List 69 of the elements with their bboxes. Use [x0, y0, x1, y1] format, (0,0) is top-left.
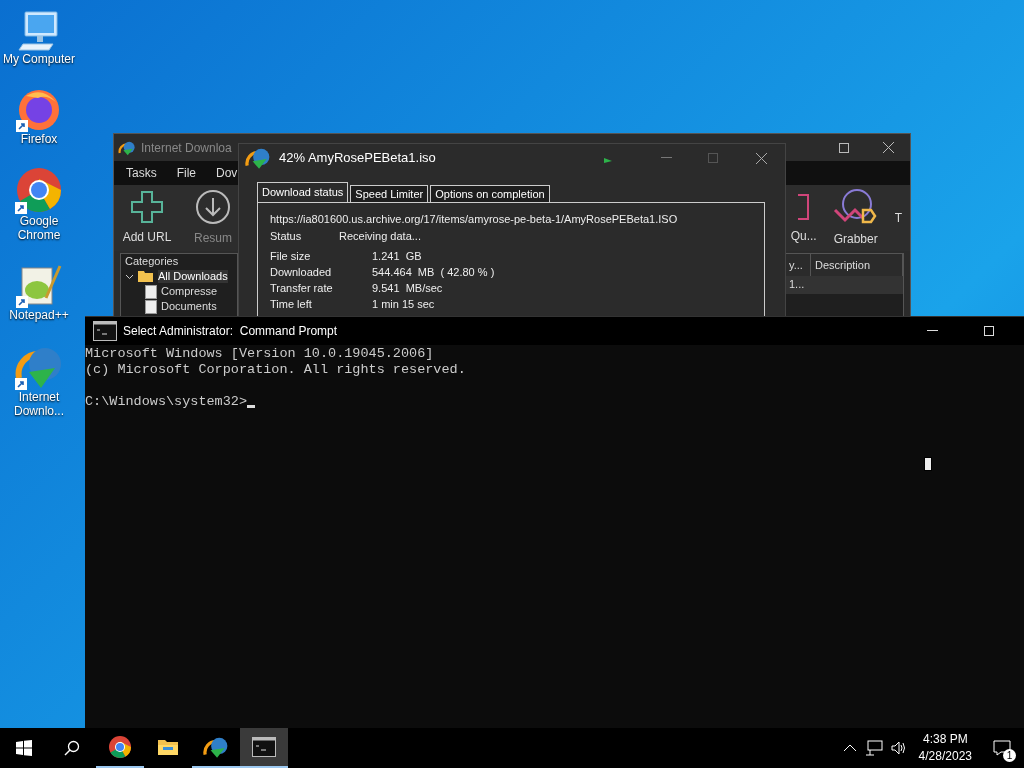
field-label: File size [270, 249, 312, 264]
toolbar-button[interactable]: Qu... [782, 191, 825, 245]
desktop-icon-label[interactable]: My Computer [2, 52, 76, 66]
terminal-icon [252, 737, 276, 757]
desktop-icon-label[interactable]: Firefox [2, 132, 76, 146]
toolbar-button[interactable]: T [886, 209, 910, 227]
network-icon[interactable] [864, 740, 883, 756]
field-label: Time left [270, 297, 313, 312]
field-value: Receiving data... [339, 229, 421, 244]
close-icon[interactable] [756, 152, 767, 164]
desktop-icon-label[interactable]: Internet Downlo... [2, 390, 76, 418]
file-icon [145, 299, 157, 314]
mouse-cursor-icon [924, 457, 932, 471]
queue-icon [797, 191, 810, 223]
window-title: Select Administrator: Command Prompt [123, 323, 338, 340]
computer-icon [17, 8, 61, 52]
text-cursor-icon [247, 405, 256, 408]
globe-icon [832, 188, 879, 226]
console-line: (c) Microsoft Corporation. All rights reserved. [85, 362, 466, 378]
maximize-icon[interactable] [839, 142, 849, 153]
taskbar-app[interactable] [240, 728, 288, 768]
notification-button[interactable]: 1 [980, 728, 1024, 768]
menu-item[interactable]: Tasks [126, 164, 157, 182]
terminal-icon [93, 321, 117, 341]
folder-icon [138, 270, 154, 283]
field-label: Transfer rate [270, 281, 334, 296]
toolbar-button[interactable]: Grabber [824, 188, 887, 248]
download-globe-icon [118, 139, 136, 156]
console-prompt: C:\Windows\system32> [85, 394, 248, 410]
field-value: 544.464 MB ( 42.80 % ) [372, 265, 495, 280]
tab[interactable]: Download status [257, 182, 349, 202]
notification-count: 1 [1003, 749, 1016, 762]
speaker-icon[interactable] [890, 740, 907, 756]
field-label: Downloaded [270, 265, 333, 280]
panel-title: Categories [125, 254, 180, 269]
download-url: https://ia801600.us.archive.org/17/items/amyrose-pe-beta-1/AmyRosePEBeta1.ISO [270, 212, 679, 227]
search-icon [64, 740, 80, 756]
category-item[interactable]: Documents [161, 300, 217, 313]
field-value: 9.541 MB/sec [372, 281, 443, 296]
windows-logo-icon [16, 740, 32, 756]
menu-item[interactable]: File [176, 164, 197, 182]
toolbar-button[interactable]: Add URL [114, 190, 180, 246]
window-title: 42% AmyRosePEBeta1.iso [279, 149, 436, 168]
minimize-icon[interactable] [927, 330, 938, 332]
desktop-icon-label[interactable]: Notepad++ [2, 308, 76, 322]
category-item[interactable]: All Downloads [158, 270, 228, 283]
console-line: Microsoft Windows [Version 10.0.19045.2006] [85, 346, 434, 362]
tab[interactable]: Options on completion [430, 185, 550, 202]
category-item[interactable]: Compresse [161, 285, 218, 298]
plus-icon [130, 190, 164, 224]
close-icon[interactable] [883, 142, 894, 153]
download-globe-icon [203, 735, 229, 759]
download-circle-icon [195, 189, 231, 225]
field-value: 1 min 15 sec [372, 297, 435, 312]
chrome-icon [15, 166, 63, 214]
chevron-up-icon[interactable] [842, 744, 857, 752]
chrome-icon [108, 735, 132, 759]
folder-icon [157, 737, 179, 757]
clock-time[interactable]: 4:38 PM [922, 731, 968, 748]
window-title: Internet Downloa [141, 139, 232, 157]
clock-date[interactable]: 4/28/2023 [918, 748, 972, 765]
field-value: 1.241 GB [372, 249, 422, 264]
field-label: Status [270, 229, 303, 244]
file-icon [145, 284, 157, 299]
desktop-icon-label[interactable]: Google Chrome [2, 214, 76, 242]
tab[interactable]: Speed Limiter [350, 185, 429, 202]
download-globe-icon [245, 146, 271, 170]
table-cell-text: 1... [788, 277, 806, 292]
menu-item[interactable]: Dov [216, 164, 238, 182]
